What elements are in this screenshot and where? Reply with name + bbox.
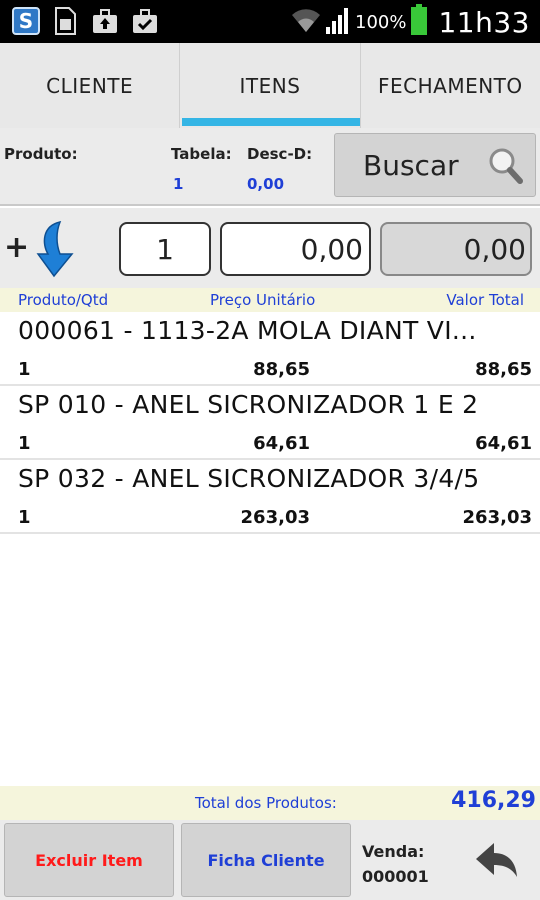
tabela-label: Tabela: <box>171 145 232 163</box>
column-header: Produto/Qtd Preço Unitário Valor Total <box>0 288 540 312</box>
system-indicators: 100% 11h33 <box>291 4 530 40</box>
list-item[interactable]: 000061 - 1113-2A MOLA DIANT VI... 1 88,6… <box>0 312 540 386</box>
battery-percent: 100% <box>355 11 407 33</box>
ficha-cliente-button[interactable]: Ficha Cliente <box>181 823 351 897</box>
item-price: 263,03 <box>240 507 310 528</box>
app-icon: S <box>12 7 40 35</box>
tab-itens[interactable]: ITENS <box>179 43 360 128</box>
items-list: 000061 - 1113-2A MOLA DIANT VI... 1 88,6… <box>0 312 540 534</box>
item-total: 64,61 <box>475 433 532 454</box>
desc-value: 0,00 <box>247 175 285 193</box>
item-total: 263,03 <box>462 507 532 528</box>
total-field: 0,00 <box>380 222 532 276</box>
produto-label: Produto: <box>4 145 78 163</box>
bottom-bar: Excluir Item Ficha Cliente Venda: 000001 <box>0 820 540 900</box>
item-price: 64,61 <box>253 433 310 454</box>
status-bar: S 100% 11h33 <box>0 0 540 43</box>
item-qty: 1 <box>18 507 31 528</box>
item-qty: 1 <box>18 359 31 380</box>
tab-bar: CLIENTE ITENS FECHAMENTO <box>0 43 540 128</box>
buscar-label: Buscar <box>363 148 459 182</box>
notification-icons: S <box>12 7 160 35</box>
totals-bar: Total dos Produtos: 416,29 <box>0 786 540 820</box>
add-item-arrow-icon[interactable] <box>30 220 78 282</box>
item-name: SP 032 - ANEL SICRONIZADOR 3/4/5 <box>18 464 480 493</box>
signal-icon <box>325 5 351 39</box>
item-name: 000061 - 1113-2A MOLA DIANT VI... <box>18 316 477 345</box>
item-qty: 1 <box>18 433 31 454</box>
desc-label: Desc-D: <box>247 145 313 163</box>
col-produto-qtd: Produto/Qtd <box>18 291 109 309</box>
col-valor-total: Valor Total <box>446 291 524 309</box>
item-entry-row: + 1 0,00 0,00 <box>0 208 540 288</box>
venda-number: 000001 <box>362 867 429 886</box>
quantity-field[interactable]: 1 <box>119 222 211 276</box>
briefcase-check-icon <box>130 7 160 35</box>
total-value: 416,29 <box>451 788 536 813</box>
product-header: Produto: Tabela: 1 Desc-D: 0,00 Buscar <box>0 128 540 206</box>
col-preco-unitario: Preço Unitário <box>210 291 316 309</box>
total-label: Total dos Produtos: <box>195 794 337 812</box>
battery-icon <box>410 4 428 40</box>
clock: 11h33 <box>438 5 530 39</box>
search-icon <box>487 146 525 190</box>
list-item[interactable]: SP 010 - ANEL SICRONIZADOR 1 E 2 1 64,61… <box>0 386 540 460</box>
item-total: 88,65 <box>475 359 532 380</box>
list-item[interactable]: SP 032 - ANEL SICRONIZADOR 3/4/5 1 263,0… <box>0 460 540 534</box>
excluir-item-button[interactable]: Excluir Item <box>4 823 174 897</box>
wifi-icon <box>291 5 321 39</box>
back-arrow-icon[interactable] <box>474 840 520 884</box>
sim-card-icon <box>50 7 80 35</box>
buscar-button[interactable]: Buscar <box>334 133 536 197</box>
tab-cliente[interactable]: CLIENTE <box>0 43 179 128</box>
tabela-value: 1 <box>173 175 184 193</box>
item-price: 88,65 <box>253 359 310 380</box>
plus-sign: + <box>4 230 30 265</box>
venda-label: Venda: <box>362 842 425 861</box>
unit-price-field[interactable]: 0,00 <box>220 222 371 276</box>
briefcase-upload-icon <box>90 7 120 35</box>
item-name: SP 010 - ANEL SICRONIZADOR 1 E 2 <box>18 390 479 419</box>
tab-fechamento[interactable]: FECHAMENTO <box>359 43 540 128</box>
